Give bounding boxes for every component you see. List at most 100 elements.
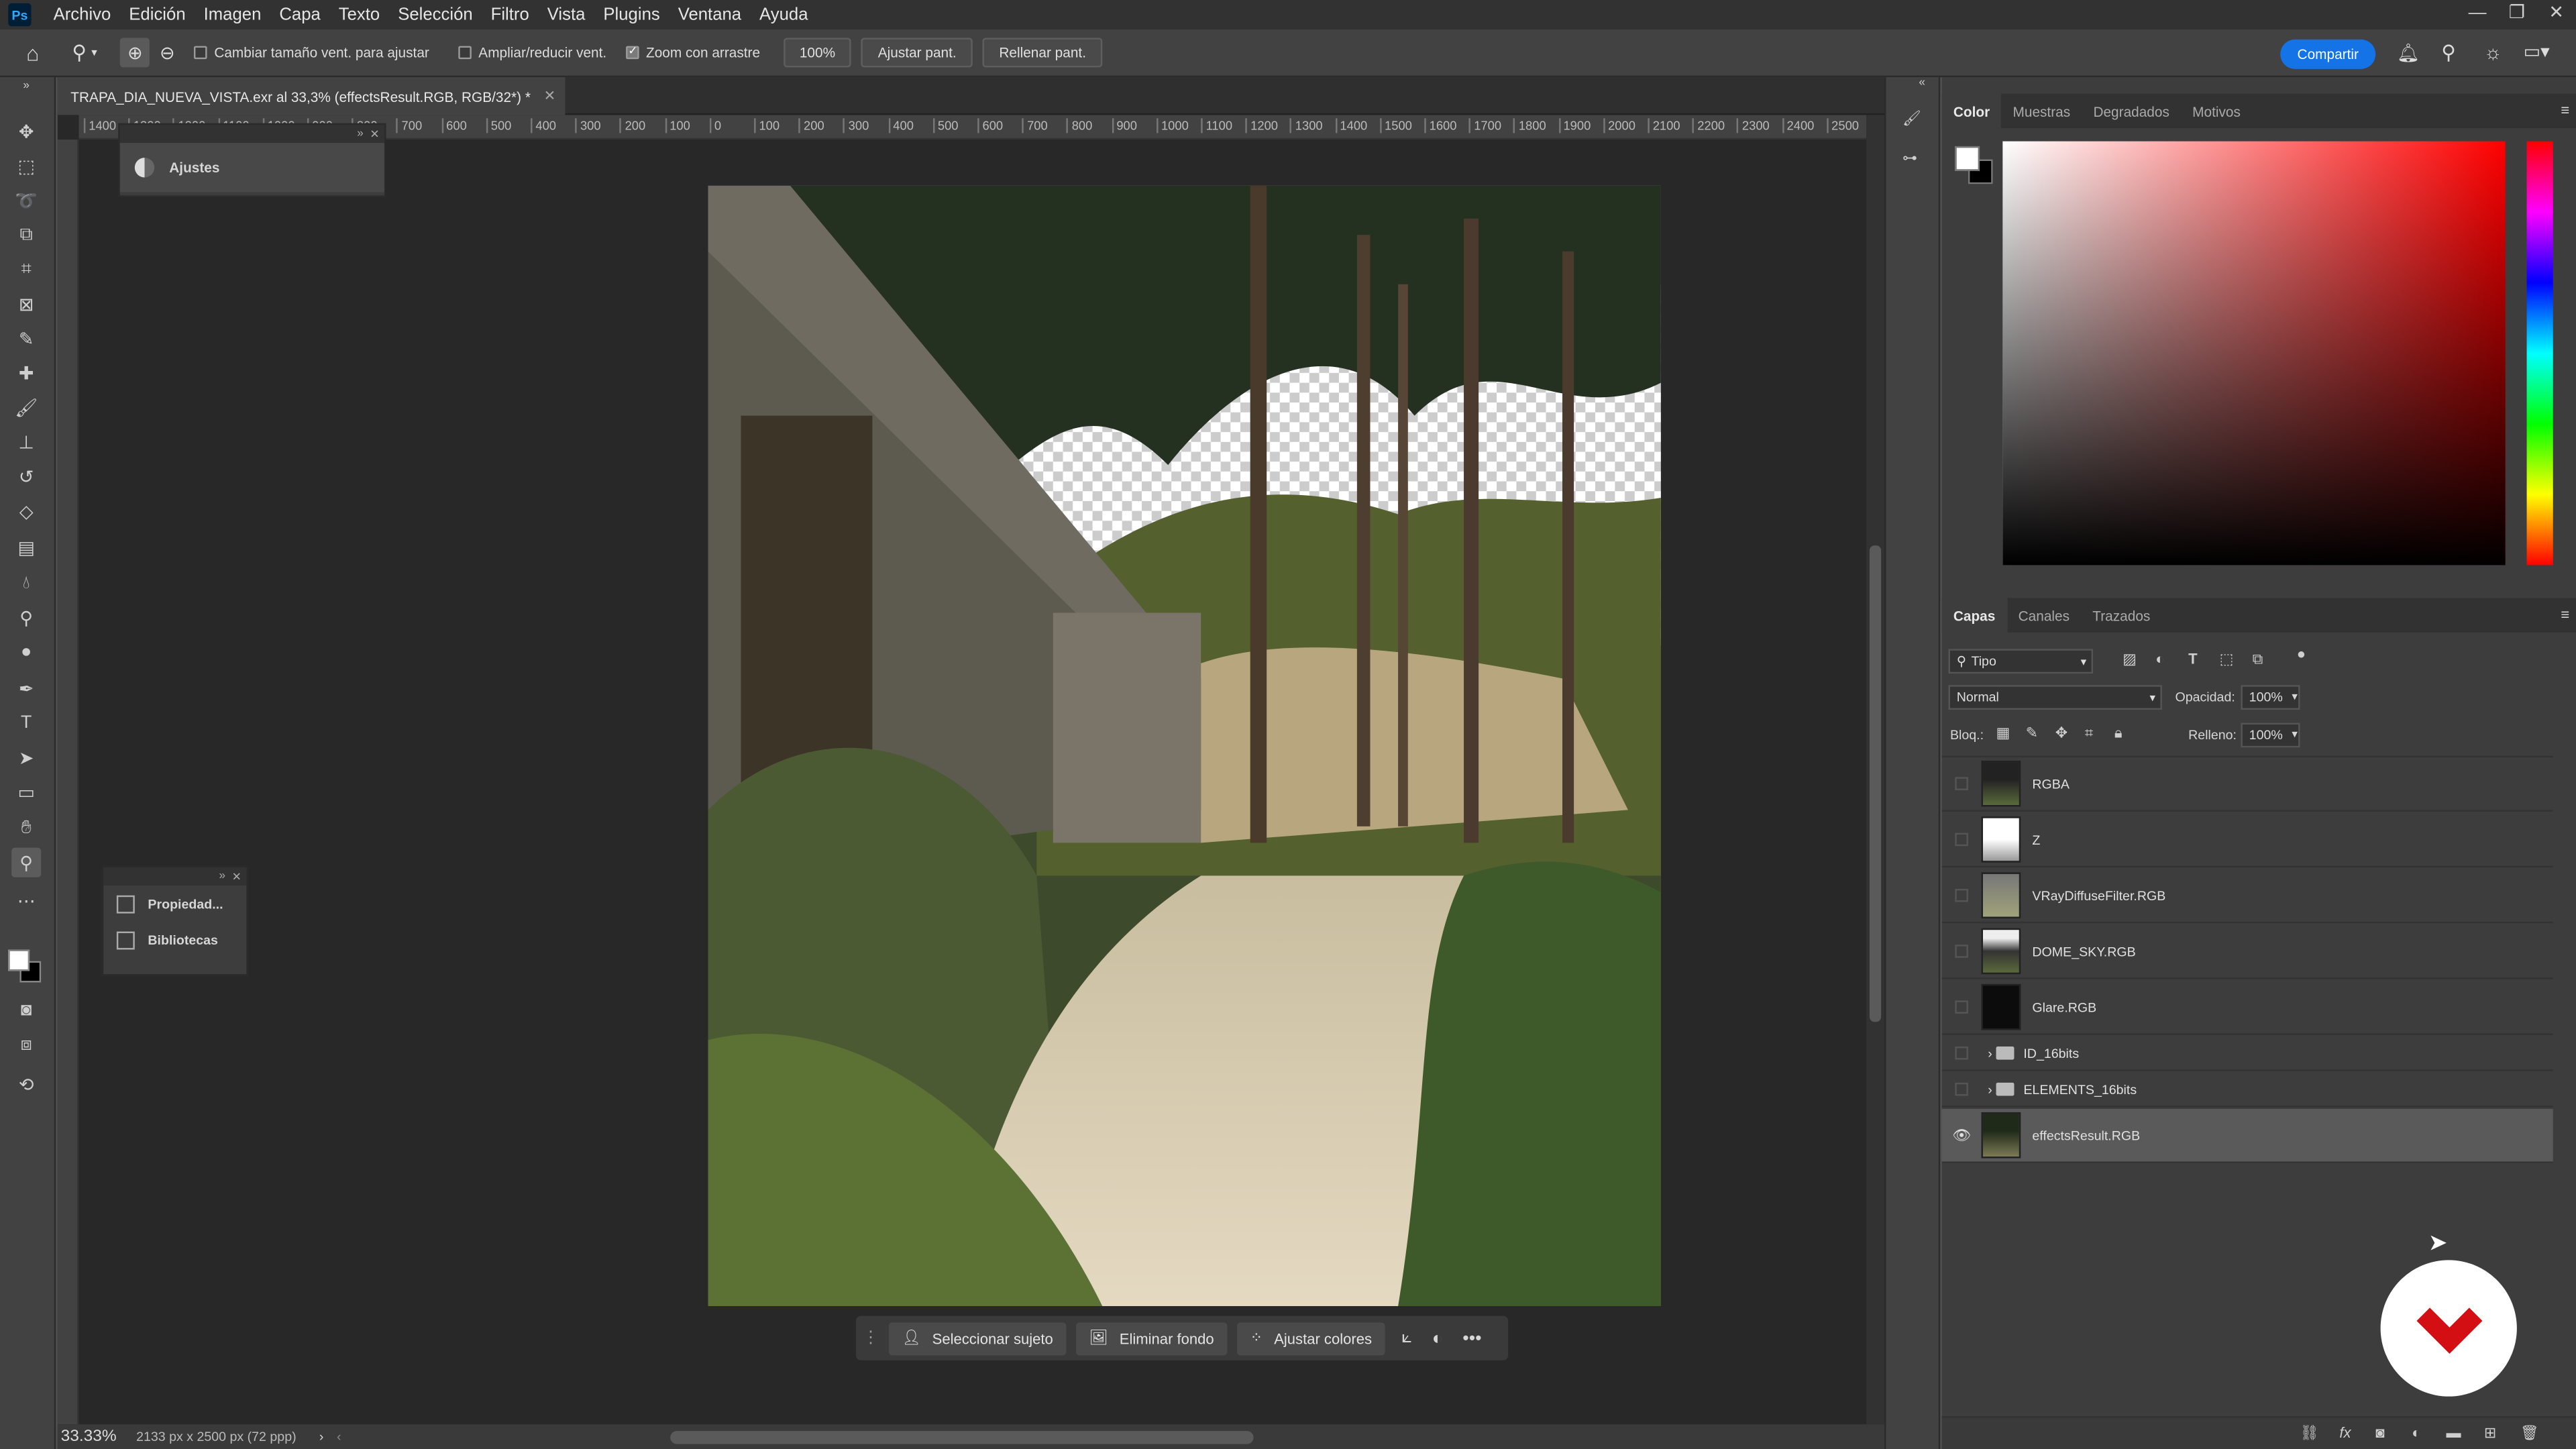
menu-texto[interactable]: Texto [329, 5, 388, 24]
close-panel-icon[interactable]: ✕ [370, 127, 379, 140]
new-layer-icon[interactable]: ⊞ [2484, 1424, 2496, 1442]
visibility-toggle[interactable] [1942, 945, 1982, 958]
discover-icon[interactable]: ☼ [2484, 41, 2502, 64]
share-button[interactable]: Compartir [2280, 39, 2376, 69]
lock-pixels-icon[interactable]: ✎ [2026, 724, 2038, 743]
visibility-off-icon[interactable] [1955, 833, 1968, 847]
zoom-level[interactable]: 33.33% [61, 1428, 117, 1446]
layer-row[interactable]: Z [1941, 813, 2553, 868]
layer-row[interactable]: VRayDiffuseFilter.RGB [1941, 869, 2553, 924]
adjust-colors-button[interactable]: ⁘ Ajustar colores [1236, 1322, 1385, 1355]
visibility-off-icon[interactable] [1955, 1082, 1968, 1096]
visibility-off-icon[interactable] [1955, 777, 1968, 790]
bell-icon[interactable]: 🔔︎ [2397, 43, 2420, 64]
filter-pixel-icon[interactable]: ▨ [2123, 651, 2137, 669]
gradient-tool-icon[interactable]: ▤ [11, 532, 41, 561]
checkbox-box[interactable] [194, 46, 208, 60]
eraser-tool-icon[interactable]: ◇ [11, 496, 41, 526]
document-canvas-image[interactable] [708, 185, 1661, 1306]
add-mask-icon[interactable]: ◙ [2375, 1424, 2384, 1440]
dodge-tool-icon[interactable]: ⚲ [11, 603, 41, 633]
layer-filter-select[interactable]: ⚲ Tipo ▾ [1948, 649, 2094, 674]
foreground-color-swatch[interactable] [8, 949, 30, 971]
resize-windows-checkbox[interactable]: Cambiar tamaño vent. para ajustar [194, 44, 429, 61]
scroll-left-icon[interactable]: ‹ [337, 1430, 341, 1444]
object-selection-tool-icon[interactable]: ⧉ [11, 220, 41, 250]
collapse-panels-icon[interactable]: « [1919, 77, 1925, 89]
workspace-icon[interactable]: ▭▾ [2524, 41, 2550, 62]
filter-shape-icon[interactable]: ⬚ [2220, 651, 2234, 669]
visibility-off-icon[interactable] [1955, 888, 1968, 902]
lock-transparent-icon[interactable]: ▦ [1996, 724, 2010, 743]
tab-gradients[interactable]: Degradados [2082, 94, 2181, 128]
visibility-toggle[interactable] [1942, 777, 1982, 790]
close-tab-icon[interactable]: ✕ [544, 87, 555, 105]
quick-mask-icon[interactable]: ◙ [11, 996, 41, 1025]
adjustment-layer-icon[interactable]: ◐ [2412, 1424, 2420, 1440]
lasso-tool-icon[interactable]: ➰ [11, 186, 41, 215]
layer-group-row[interactable]: › ID_16bits [1941, 1036, 2553, 1071]
tab-paths[interactable]: Trazados [2081, 598, 2161, 632]
eye-icon[interactable]: 👁︎ [1942, 1126, 1982, 1144]
generative-icon[interactable]: ⟲ [11, 1069, 41, 1099]
foreground-color-chip[interactable] [1955, 146, 1980, 171]
drag-handle-icon[interactable]: ⋮ [863, 1329, 879, 1347]
menu-seleccion[interactable]: Selección [389, 5, 482, 24]
panel-title-bar[interactable]: » ✕ [103, 867, 247, 886]
checkbox-box[interactable] [458, 46, 472, 60]
menu-archivo[interactable]: Archivo [44, 5, 120, 24]
chevron-right-icon[interactable]: › [319, 1430, 324, 1444]
checkbox-box-checked[interactable]: ✓ [626, 46, 640, 60]
horizontal-scrollbar-thumb[interactable] [669, 1430, 1253, 1444]
visibility-off-icon[interactable] [1955, 1046, 1968, 1060]
lock-all-icon[interactable]: 🔒︎ [2114, 724, 2123, 743]
rectangle-tool-icon[interactable]: ▭ [11, 777, 41, 806]
link-layers-icon[interactable]: ⛓︎ [2300, 1424, 2319, 1442]
menu-vista[interactable]: Vista [538, 5, 594, 24]
more-tools-icon[interactable]: ⋯ [11, 885, 41, 915]
adjustments-panel-item[interactable]: Ajustes [119, 143, 385, 193]
visibility-toggle[interactable] [1942, 833, 1982, 847]
clone-stamp-tool-icon[interactable]: ⊥ [11, 427, 41, 457]
more-options-icon[interactable]: ••• [1462, 1328, 1481, 1348]
filter-type-icon[interactable]: T [2188, 651, 2197, 667]
zoom-tool-preset-icon[interactable]: ⚲ [72, 41, 87, 64]
visibility-toggle[interactable] [1942, 1046, 1982, 1060]
search-icon[interactable]: ⚲ [2441, 41, 2456, 64]
chevron-right-icon[interactable]: › [1988, 1046, 1992, 1061]
tab-patterns[interactable]: Motivos [2181, 94, 2252, 128]
menu-capa[interactable]: Capa [270, 5, 329, 24]
chevron-down-icon[interactable]: ▾ [2292, 690, 2298, 703]
layer-row[interactable]: DOME_SKY.RGB [1941, 925, 2553, 979]
chevron-down-icon[interactable]: ▾ [2292, 728, 2298, 741]
visibility-off-icon[interactable] [1955, 945, 1968, 958]
menu-imagen[interactable]: Imagen [195, 5, 270, 24]
expand-icon[interactable]: » [357, 128, 370, 140]
zoom-100-button[interactable]: 100% [783, 38, 852, 68]
menu-filtro[interactable]: Filtro [482, 5, 538, 24]
lock-artboard-icon[interactable]: ⌗ [2085, 724, 2093, 743]
filter-toggle-icon[interactable]: ● [2297, 645, 2306, 661]
home-icon[interactable]: ⌂ [26, 40, 39, 65]
layer-row[interactable]: Glare.RGB [1941, 981, 2553, 1035]
select-subject-button[interactable]: 👤︎ Seleccionar sujeto [888, 1322, 1067, 1355]
minimize-button[interactable]: — [2458, 0, 2498, 30]
blur-tool-icon[interactable]: 💧︎ [11, 568, 41, 598]
new-group-icon[interactable]: ▬ [2447, 1424, 2461, 1440]
remove-background-button[interactable]: 🖼︎ Eliminar fondo [1076, 1322, 1228, 1355]
vertical-ruler[interactable] [57, 140, 79, 1425]
crop-tool-icon[interactable]: ⌗ [11, 255, 41, 284]
expand-icon[interactable]: » [219, 871, 232, 882]
tab-layers[interactable]: Capas [1941, 598, 2007, 633]
filter-adjustment-icon[interactable]: ◐ [2155, 651, 2164, 667]
lock-position-icon[interactable]: ✥ [2055, 724, 2068, 743]
hand-tool-icon[interactable]: ✋︎ [11, 813, 41, 843]
fx-icon[interactable]: fx [2339, 1424, 2351, 1440]
smudge-tool-icon[interactable]: ● [11, 637, 41, 667]
filter-smart-object-icon[interactable]: ⧉ [2253, 651, 2263, 669]
close-window-button[interactable]: ✕ [2536, 0, 2576, 30]
zoom-in-icon[interactable]: ⊕ [120, 38, 150, 68]
tab-swatches[interactable]: Muestras [2001, 94, 2082, 128]
menu-plugins[interactable]: Plugins [594, 5, 669, 24]
eyedropper-tool-icon[interactable]: ✎ [11, 323, 41, 353]
